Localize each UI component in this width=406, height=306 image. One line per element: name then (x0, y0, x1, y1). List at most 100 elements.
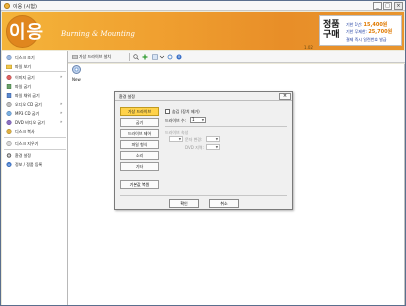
letter-select[interactable]: ▼ (206, 136, 220, 142)
audio-cd-icon (6, 102, 12, 107)
drive-count-value: 1 (192, 117, 195, 122)
sidebar-divider (4, 149, 66, 150)
folder-icon (6, 64, 12, 69)
add-virtual-drive-button[interactable]: 가상 드라이브 설치 (79, 54, 111, 60)
chevron-down-icon: ▼ (178, 137, 181, 141)
virtual-drive-pane: 숨김 (장치 제거) 드라이브 수: 1 ▼ 드라이브 속성 ▼ 문자 변경: … (164, 107, 289, 197)
sidebar-item-label: 디스크 복사 (15, 129, 35, 134)
sidebar-item-label: 디스크 지우기 (15, 141, 39, 146)
tab-burn[interactable]: 굽기 (120, 118, 159, 127)
sidebar-divider (4, 71, 66, 72)
virtual-drive-label[interactable]: New (72, 77, 81, 82)
app-banner: 이응 Burning & Mounting 1.02 정품구매 기한 1년: 1… (2, 12, 404, 50)
drive-select[interactable]: ▼ (169, 136, 183, 142)
sidebar-item-label: 정보 / 정품 등록 (15, 162, 43, 167)
pane-divider (165, 126, 287, 127)
sidebar-item-disc-erase[interactable]: 디스크 지우기 (4, 139, 66, 148)
refresh-icon[interactable] (167, 54, 173, 60)
dialog-title: 환경 설정 (119, 94, 135, 99)
view-icon[interactable] (152, 54, 158, 60)
ok-button[interactable]: 확인 (169, 199, 199, 208)
chevron-down-icon: ▼ (215, 145, 218, 149)
drive-icon[interactable] (72, 54, 78, 60)
chevron-down-icon[interactable] (159, 54, 165, 60)
sidebar-item-label: 파일 채워 굽기 (15, 93, 40, 98)
serial-note: 결제 즉시 일련번호 발급 (346, 37, 387, 42)
sidebar-item-label: 환경 설정 (15, 153, 31, 158)
tab-virtual-drive[interactable]: 가상 드라이브 (120, 107, 159, 116)
drive-count-select[interactable]: 1 ▼ (190, 117, 206, 123)
file-icon (6, 84, 12, 89)
sidebar-item-label: MP3 CD 굽기 (15, 111, 40, 116)
price-2-value: 25,700원 (368, 29, 393, 35)
file-fill-icon (6, 93, 12, 98)
toolbar-divider (129, 53, 130, 61)
sidebar-item-file-view[interactable]: 파일 보기 (4, 62, 66, 71)
sidebar-item-file-fill-burn[interactable]: 파일 채워 굽기 (4, 91, 66, 100)
price-2-label: 기한 무제한: (346, 29, 368, 34)
title-bar[interactable]: 이응 (시험) _ □ × (1, 1, 405, 11)
disc-copy-icon (6, 129, 12, 134)
sidebar-item-dvd-video[interactable]: DVD 비디오 굽기 » (4, 118, 66, 127)
submenu-arrow: » (60, 119, 63, 124)
add-icon[interactable] (142, 54, 148, 60)
content-border (404, 64, 405, 305)
sidebar-item-info[interactable]: 정보 / 정품 등록 (4, 160, 66, 169)
disc-eject-icon (6, 55, 12, 60)
window-title: 이응 (시험) (13, 4, 37, 10)
sidebar-divider (4, 137, 66, 138)
tab-etc[interactable]: 기타 (120, 162, 159, 171)
logo-text: 이응 (9, 22, 45, 43)
price-line-1: 기한 1년: 15,400원 (346, 21, 387, 28)
dialog-title-bar[interactable]: 환경 설정 × (115, 92, 292, 101)
price-1-label: 기한 1년: (346, 22, 363, 27)
minimize-button[interactable]: _ (373, 2, 382, 10)
settings-dialog: 환경 설정 × 가상 드라이브 굽기 드라이브 제어 파일 형식 소리 기타 기… (114, 91, 293, 210)
dvd-icon (6, 120, 12, 125)
image-icon (6, 75, 12, 80)
submenu-arrow: » (60, 101, 63, 106)
sidebar-item-label: DVD 비디오 굽기 (15, 120, 45, 125)
virtual-drive-icon[interactable] (72, 65, 81, 74)
app-icon (4, 3, 10, 9)
dvd-region-label: DVD 지역: (185, 145, 204, 150)
sidebar-item-audio-cd[interactable]: 오디오 CD 굽기 » (4, 100, 66, 109)
sidebar-item-file-burn[interactable]: 파일 굽기 (4, 82, 66, 91)
sidebar-item-disc-copy[interactable]: 디스크 복사 (4, 127, 66, 136)
dvd-region-select[interactable]: ▼ (206, 144, 220, 150)
purchase-title: 정품구매 (323, 20, 340, 40)
sidebar-item-label: 이미지 굽기 (15, 75, 35, 80)
close-button[interactable]: × (394, 2, 403, 10)
dialog-bottom-divider (120, 195, 287, 196)
sidebar-item-settings[interactable]: 환경 설정 (4, 151, 66, 160)
chevron-down-icon: ▼ (215, 137, 218, 141)
sidebar-item-label: 파일 굽기 (15, 84, 31, 89)
tab-file-format[interactable]: 파일 형식 (120, 140, 159, 149)
maximize-button[interactable]: □ (383, 2, 392, 10)
disc-erase-icon (6, 141, 12, 146)
settings-icon (6, 153, 12, 158)
info-icon (6, 162, 12, 167)
sidebar-item-disc-view[interactable]: 디스크 조기 (4, 53, 66, 62)
letter-change-label: 문자 변경: (185, 137, 203, 142)
sidebar-item-label: 오디오 CD 굽기 (15, 102, 42, 107)
version-label: 1.02 (304, 45, 313, 50)
sidebar-item-label: 파일 보기 (15, 64, 31, 69)
search-icon[interactable] (133, 54, 139, 60)
sidebar-item-mp3-cd[interactable]: MP3 CD 굽기 » (4, 109, 66, 118)
app-window: 이응 (시험) _ □ × 이응 Burning & Mounting 1.02… (0, 0, 406, 306)
sidebar-item-image-burn[interactable]: 이미지 굽기 » (4, 73, 66, 82)
restore-defaults-button[interactable]: 기본값 복원 (120, 180, 159, 189)
submenu-arrow: » (60, 74, 63, 79)
submenu-arrow: » (60, 110, 63, 115)
sidebar: 디스크 조기 파일 보기 이미지 굽기 » 파일 굽기 파일 채워 굽기 오디오… (2, 51, 68, 305)
dialog-close-button[interactable]: × (279, 93, 291, 100)
tab-sound[interactable]: 소리 (120, 151, 159, 160)
tab-drive-control[interactable]: 드라이브 제어 (120, 129, 159, 138)
purchase-box[interactable]: 정품구매 기한 1년: 15,400원 기한 무제한: 25,700원 결제 즉… (319, 15, 402, 46)
help-icon[interactable] (176, 54, 182, 60)
cancel-button[interactable]: 취소 (209, 199, 239, 208)
drive-count-label: 드라이브 수: (165, 118, 187, 123)
price-line-2: 기한 무제한: 25,700원 (346, 28, 392, 35)
hide-checkbox[interactable] (165, 109, 170, 114)
